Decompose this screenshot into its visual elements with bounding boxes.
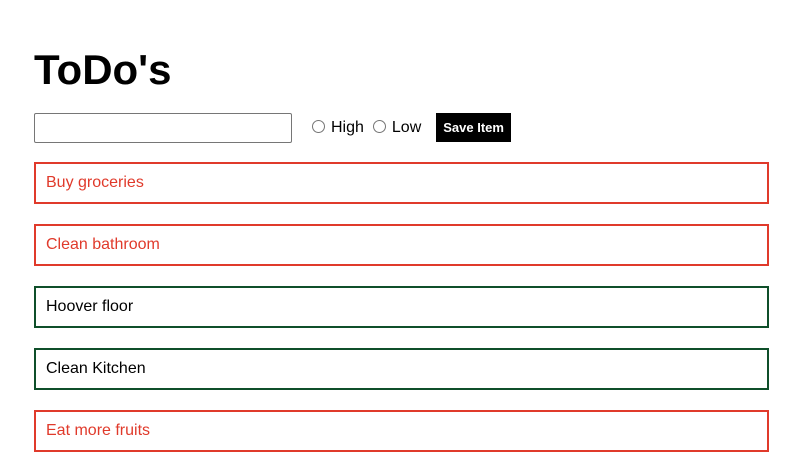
todo-page: ToDo's High Low Save Item Buy groceries … [0,0,803,467]
todo-item[interactable]: Eat more fruits [34,410,769,452]
todo-item[interactable]: Clean Kitchen [34,348,769,390]
priority-high-label: High [331,118,364,136]
todo-item[interactable]: Buy groceries [34,162,769,204]
priority-low-label: Low [391,118,422,136]
todo-item[interactable]: Hoover floor [34,286,769,328]
todo-item[interactable]: Clean bathroom [34,224,769,266]
priority-low-radio[interactable] [372,120,386,133]
save-item-button[interactable]: Save Item [436,113,511,142]
todo-text-input[interactable] [34,112,292,143]
priority-high-option[interactable]: High [312,119,364,137]
add-todo-form: High Low Save Item [34,112,511,143]
priority-low-option[interactable]: Low [372,118,422,137]
todo-list: Buy groceries Clean bathroom Hoover floo… [34,162,769,467]
priority-high-radio[interactable] [312,120,325,133]
page-title: ToDo's [34,46,172,93]
